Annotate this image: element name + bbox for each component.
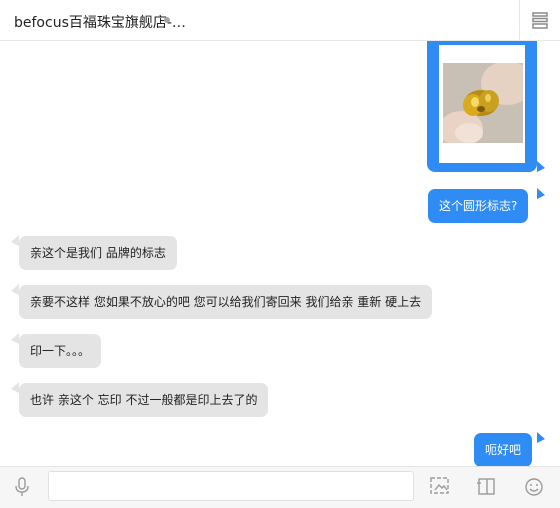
chat-header: befocus百福珠宝旗舰店-…	[0, 0, 560, 41]
bubble-tail	[11, 235, 19, 246]
bubble-tail	[537, 432, 545, 443]
bubble-tail	[11, 333, 19, 344]
bubble-tail	[11, 382, 19, 393]
header-divider	[519, 0, 520, 41]
message-text: 这个圆形标志?	[439, 199, 518, 213]
image-frame	[439, 45, 525, 163]
incoming-message[interactable]: 也许 亲这个 忘印 不过一般都是印上去了的	[19, 383, 269, 417]
incoming-message[interactable]: 亲要不这样 您如果不放心的吧 您可以给我们寄回来 我们给亲 重新 硬上去	[19, 285, 433, 319]
bubble-tail	[11, 284, 19, 295]
bubble-tail	[537, 161, 545, 172]
gold-pendant-photo[interactable]	[443, 63, 523, 143]
microphone-icon[interactable]	[13, 477, 31, 501]
message-text: 亲要不这样 您如果不放心的吧 您可以给我们寄回来 我们给亲 重新 硬上去	[30, 295, 422, 309]
emoji-icon[interactable]	[524, 477, 544, 501]
incoming-message[interactable]: 亲这个是我们 品牌的标志	[19, 236, 177, 270]
image-icon[interactable]	[430, 477, 450, 499]
message-text: 亲这个是我们 品牌的标志	[30, 246, 166, 260]
message-input[interactable]	[48, 471, 414, 501]
outgoing-message[interactable]: 呃好吧	[474, 433, 533, 467]
message-list[interactable]: 这个圆形标志? 亲这个是我们 品牌的标志 亲要不这样 您如果不放心的吧 您可以给…	[0, 41, 560, 467]
incoming-message[interactable]: 印一下。。。	[19, 334, 102, 368]
bubble-tail	[537, 188, 545, 199]
image-message[interactable]	[427, 41, 537, 172]
message-text: 呃好吧	[485, 443, 522, 457]
message-text: 印一下。。。	[30, 344, 91, 358]
store-icon[interactable]	[531, 12, 549, 33]
crop-icon[interactable]	[477, 477, 497, 501]
message-text: 也许 亲这个 忘印 不过一般都是印上去了的	[30, 393, 258, 407]
shop-title[interactable]: befocus百福珠宝旗舰店-…	[14, 12, 186, 32]
input-toolbar	[0, 466, 560, 508]
outgoing-message[interactable]: 这个圆形标志?	[428, 189, 529, 223]
status-dot	[164, 17, 170, 23]
